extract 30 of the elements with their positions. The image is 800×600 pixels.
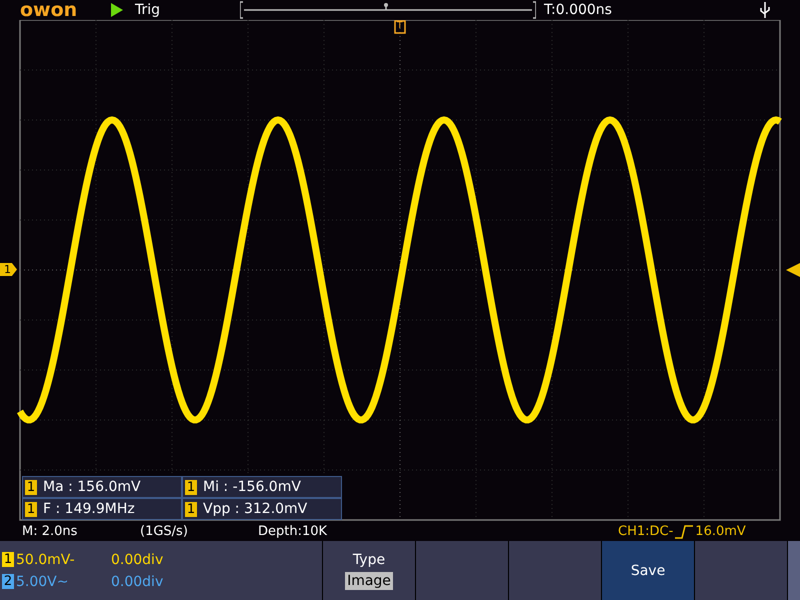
channel-badge: 1 [25,480,37,494]
trigger-level-label: 16.0mV [695,524,746,539]
channel-marker: 1 [0,263,17,276]
usb-icon [760,2,770,18]
channel-scale: 50.0mV- [16,552,76,568]
menu-button[interactable]: Save [601,541,694,600]
trigger-level-icon [786,263,800,277]
trigger-source-label: CH1:DC- [618,524,674,539]
measurement-value: Mi : -156.0mV [203,479,301,495]
channel-badge: 1 [185,502,197,516]
channel-scale: 5.00V~ [16,574,70,590]
brand-logo: owon [20,1,78,19]
measurement-value: Vpp : 312.0mV [203,501,308,517]
channel-badge: 1 [2,552,14,567]
channel-badge: 1 [185,480,197,494]
rising-edge-icon [675,524,694,538]
trigger-status: Trig [135,2,162,18]
time-offset: T:0.000ns [544,2,612,18]
menu-value: Image [345,572,393,590]
channel-badge: 2 [2,574,14,589]
trigger-marker-icon [394,20,406,34]
channel-position: 0.00div [111,552,164,568]
channel-badge: 1 [25,502,37,516]
measurement-value: F : 149.9MHz [43,501,135,517]
sample-rate-label: (1GS/s) [140,524,189,539]
trigger-marker-label: T [397,21,402,31]
depth-label: Depth:10K [258,524,328,539]
measurement-value: Ma : 156.0mV [43,479,141,495]
timebase-label: M: 2.0ns [22,524,78,539]
channel-position: 0.00div [111,574,164,590]
